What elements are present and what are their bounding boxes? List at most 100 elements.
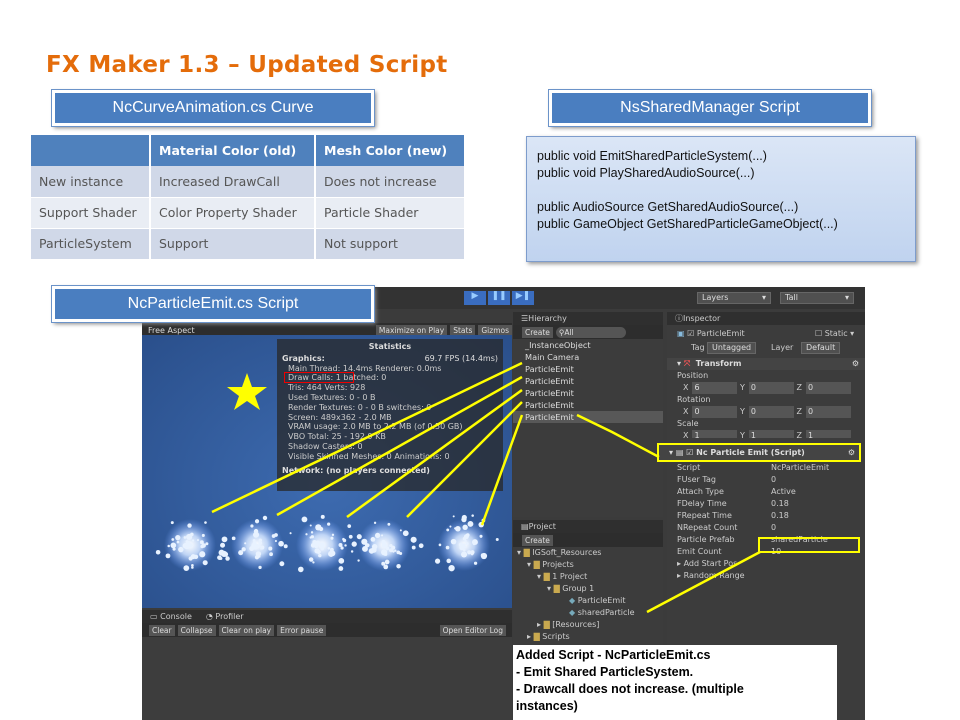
clear-button[interactable]: Clear (149, 624, 175, 636)
particle (351, 541, 357, 547)
gizmos-toggle[interactable]: Gizmos (478, 324, 512, 336)
particle (320, 544, 324, 549)
hierarchy-item[interactable]: ParticleEmit (513, 399, 663, 411)
hierarchy-item[interactable]: _InstanceObject (513, 339, 663, 351)
particle (253, 543, 257, 547)
project-item[interactable]: ▾ ▇ Projects (513, 559, 663, 571)
error-pause-button[interactable]: Error pause (277, 624, 327, 636)
project-item[interactable]: ▾ ▇ 1 Project (513, 571, 663, 583)
field-value: 0 (771, 523, 777, 532)
project-item[interactable]: ▾ ▇ IGSoft_Resources (513, 547, 663, 559)
field-label: FDelay Time (677, 499, 727, 508)
maximize-toggle[interactable]: Maximize on Play (375, 324, 448, 336)
particle (383, 552, 388, 556)
inspector-tab[interactable]: ⓘ Inspector (667, 312, 865, 325)
field-label: Emit Count (677, 547, 722, 556)
gear-icon[interactable]: ⚙ (848, 445, 855, 460)
hierarchy-item[interactable]: ParticleEmit (513, 363, 663, 375)
layout-dropdown[interactable]: Tall ▾ (780, 292, 854, 304)
hierarchy-item[interactable]: Main Camera (513, 351, 663, 363)
layer-dropdown[interactable]: Default (801, 342, 841, 354)
pos-x-field[interactable]: 6 (692, 382, 738, 394)
component-field[interactable]: Attach Type Active (667, 486, 865, 498)
stats-toggle[interactable]: Stats (450, 324, 476, 336)
clear-on-play-button[interactable]: Clear on play (218, 624, 275, 636)
tab-console[interactable]: ▭ Console (150, 612, 192, 621)
hierarchy-item[interactable]: ParticleEmit (513, 387, 663, 399)
project-tab[interactable]: ▤ Project (513, 520, 663, 533)
note-line: instances) (516, 699, 578, 713)
particle (191, 566, 194, 569)
transform-header[interactable]: ▾ ⤧ Transform ⚙ (667, 358, 865, 370)
component-field[interactable]: FUser Tag 0 (667, 474, 865, 486)
project-item[interactable]: ◆ sharedParticle (513, 607, 663, 619)
hierarchy-create-button[interactable]: Create (522, 326, 553, 338)
tag-dropdown[interactable]: Untagged (707, 342, 757, 354)
component-header[interactable]: ▾ ▤ ☑ Nc Particle Emit (Script) ⚙ (657, 443, 861, 462)
particle (479, 534, 483, 538)
transform-title: Transform (695, 359, 742, 368)
step-button[interactable]: ▶❚ (512, 291, 534, 305)
particle (471, 514, 474, 517)
scale-y-field[interactable]: 1 (748, 430, 794, 438)
component-field[interactable]: FRepeat Time 0.18 (667, 510, 865, 522)
field-label: Random Range (683, 571, 745, 580)
component-field[interactable]: Script NcParticleEmit (667, 462, 865, 474)
object-name-field[interactable]: ParticleEmit (697, 329, 745, 338)
component-field[interactable]: Emit Count 10 (667, 546, 865, 558)
project-create-button[interactable]: Create (522, 534, 553, 546)
component-field[interactable]: FDelay Time 0.18 (667, 498, 865, 510)
particle (254, 555, 260, 560)
particle (462, 548, 466, 552)
gear-icon[interactable]: ⚙ (852, 358, 859, 370)
rot-z-field[interactable]: 0 (805, 406, 851, 418)
shared-label: NsSharedManager Script (548, 89, 872, 127)
prefab-icon: ◆ (569, 608, 576, 617)
particle-glow (296, 519, 348, 571)
rot-y-field[interactable]: 0 (748, 406, 794, 418)
aspect-dropdown[interactable]: Free Aspect (148, 326, 195, 335)
particle (182, 542, 189, 549)
particle (185, 544, 188, 547)
particle (371, 543, 378, 550)
table-row: Support Shader Color Property Shader Parti… (31, 197, 466, 229)
static-toggle[interactable]: Static (825, 329, 848, 338)
component-field[interactable]: Particle Prefab sharedParticle (667, 534, 865, 546)
project-item[interactable]: ◆ ParticleEmit (513, 595, 663, 607)
project-item[interactable]: ▸ ▇ [Resources] (513, 619, 663, 631)
code-box: public void EmitSharedParticleSystem(...… (526, 136, 916, 262)
rot-x-field[interactable]: 0 (692, 406, 738, 418)
scale-x-field[interactable]: 1 (692, 430, 738, 438)
particle (193, 554, 199, 560)
play-button[interactable]: ▶ (464, 291, 486, 305)
table-row: ParticleSystem Support Not support (31, 228, 466, 260)
pos-y-field[interactable]: 0 (748, 382, 794, 394)
layout-label: Tall (785, 293, 798, 302)
particle (382, 543, 386, 547)
scale-z-field[interactable]: 1 (805, 430, 851, 438)
pause-button[interactable]: ❚❚ (488, 291, 510, 305)
particle (258, 565, 262, 570)
graphics-label: Graphics: (282, 353, 325, 363)
component-field[interactable]: ▸ Add Start Pos (667, 558, 865, 570)
layers-dropdown[interactable]: Layers ▾ (697, 292, 771, 304)
particle (308, 557, 314, 562)
component-field[interactable]: ▸ Random Range (667, 570, 865, 582)
pos-z-field[interactable]: 0 (805, 382, 851, 394)
particle (171, 538, 175, 541)
open-editor-log-button[interactable]: Open Editor Log (439, 624, 506, 636)
project-item[interactable]: ▸ ▇ Scripts (513, 631, 663, 643)
hierarchy-tab[interactable]: ☰ Hierarchy (513, 312, 663, 325)
component-field[interactable]: NRepeat Count 0 (667, 522, 865, 534)
collapse-button[interactable]: Collapse (177, 624, 216, 636)
particle (446, 558, 451, 564)
hierarchy-search-input[interactable]: ⚲All (555, 326, 626, 338)
tab-profiler[interactable]: ◔ Profiler (206, 612, 244, 621)
project-item[interactable]: ▾ ▇ Group 1 (513, 583, 663, 595)
hierarchy-item-selected[interactable]: ParticleEmit (513, 411, 663, 423)
particle (370, 536, 376, 542)
particle (434, 558, 441, 564)
particle (472, 543, 476, 546)
hierarchy-item[interactable]: ParticleEmit (513, 375, 663, 387)
particle (362, 545, 368, 552)
